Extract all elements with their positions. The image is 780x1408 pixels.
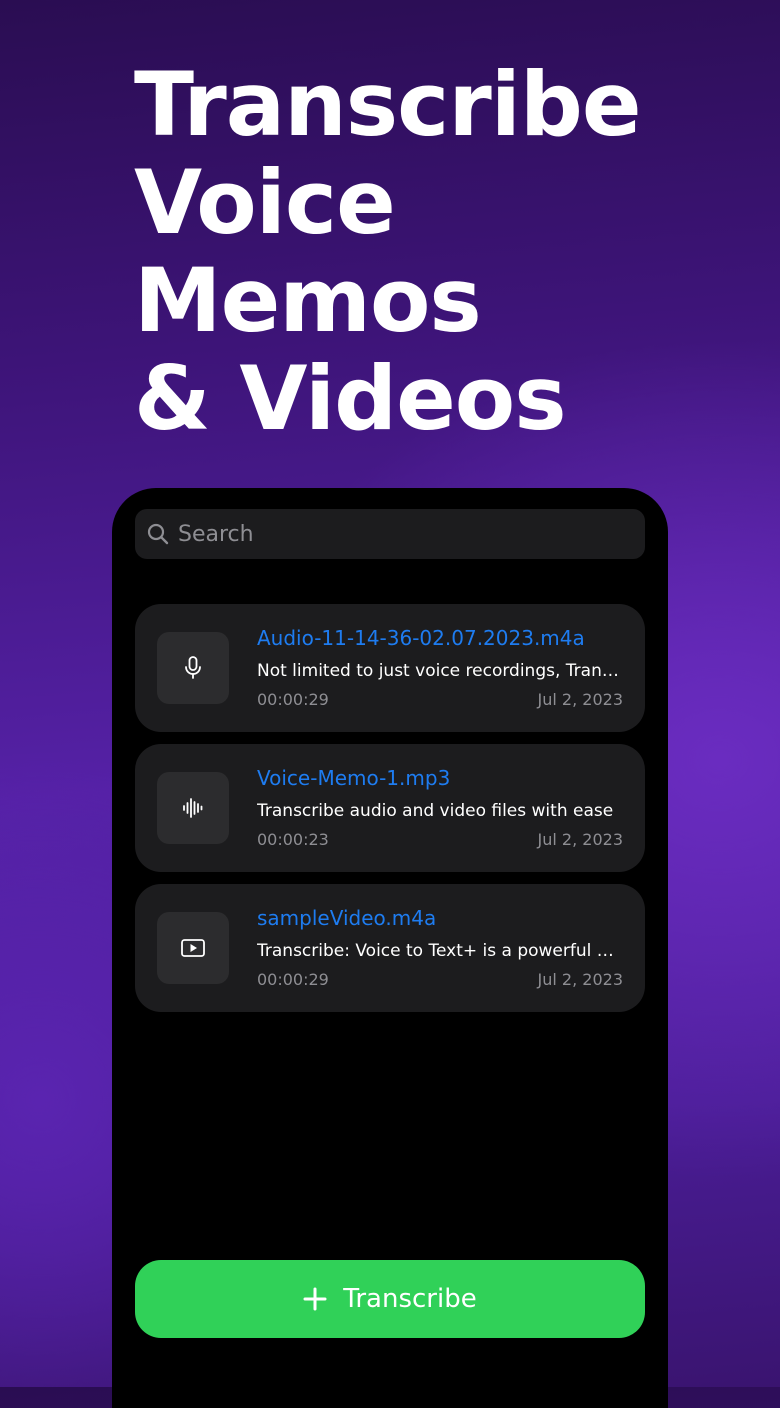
microphone-icon bbox=[185, 656, 201, 679]
item-title: Audio-11-14-36-02.07.2023.m4a bbox=[257, 626, 585, 650]
item-duration: 00:00:29 bbox=[257, 970, 329, 989]
search-input[interactable] bbox=[178, 521, 618, 547]
search-icon bbox=[147, 523, 169, 545]
plus-icon bbox=[303, 1287, 327, 1311]
item-duration: 00:00:29 bbox=[257, 690, 329, 709]
headline-line-2: Voice bbox=[134, 151, 396, 254]
list-item[interactable]: Audio-11-14-36-02.07.2023.m4a Not limite… bbox=[135, 604, 645, 732]
item-date: Jul 2, 2023 bbox=[537, 690, 623, 709]
item-description: Not limited to just voice recordings, Tr… bbox=[257, 661, 623, 681]
search-bar[interactable] bbox=[135, 509, 645, 559]
item-icon-container bbox=[157, 772, 229, 844]
headline: Transcribe Voice Memos & Videos bbox=[134, 53, 642, 450]
item-description: Transcribe audio and video files with ea… bbox=[257, 801, 614, 821]
item-icon-container bbox=[157, 912, 229, 984]
transcribe-button[interactable]: Transcribe bbox=[135, 1260, 645, 1338]
headline-line-4: & Videos bbox=[134, 347, 567, 450]
item-title: Voice-Memo-1.mp3 bbox=[257, 766, 451, 790]
transcribe-button-label: Transcribe bbox=[343, 1284, 477, 1314]
item-date: Jul 2, 2023 bbox=[537, 970, 623, 989]
item-duration: 00:00:23 bbox=[257, 830, 329, 849]
item-icon-container bbox=[157, 632, 229, 704]
list-item[interactable]: Voice-Memo-1.mp3 Transcribe audio and vi… bbox=[135, 744, 645, 872]
video-play-icon bbox=[181, 939, 205, 957]
item-description: Transcribe: Voice to Text+ is a powerful… bbox=[257, 941, 623, 961]
list-item[interactable]: sampleVideo.m4a Transcribe: Voice to Tex… bbox=[135, 884, 645, 1012]
headline-line-3: Memos bbox=[134, 249, 482, 352]
item-date: Jul 2, 2023 bbox=[537, 830, 623, 849]
headline-line-1: Transcribe bbox=[134, 53, 642, 156]
waveform-icon bbox=[183, 798, 203, 818]
phone-screen: Audio-11-14-36-02.07.2023.m4a Not limite… bbox=[112, 488, 668, 1408]
item-title: sampleVideo.m4a bbox=[257, 906, 437, 930]
